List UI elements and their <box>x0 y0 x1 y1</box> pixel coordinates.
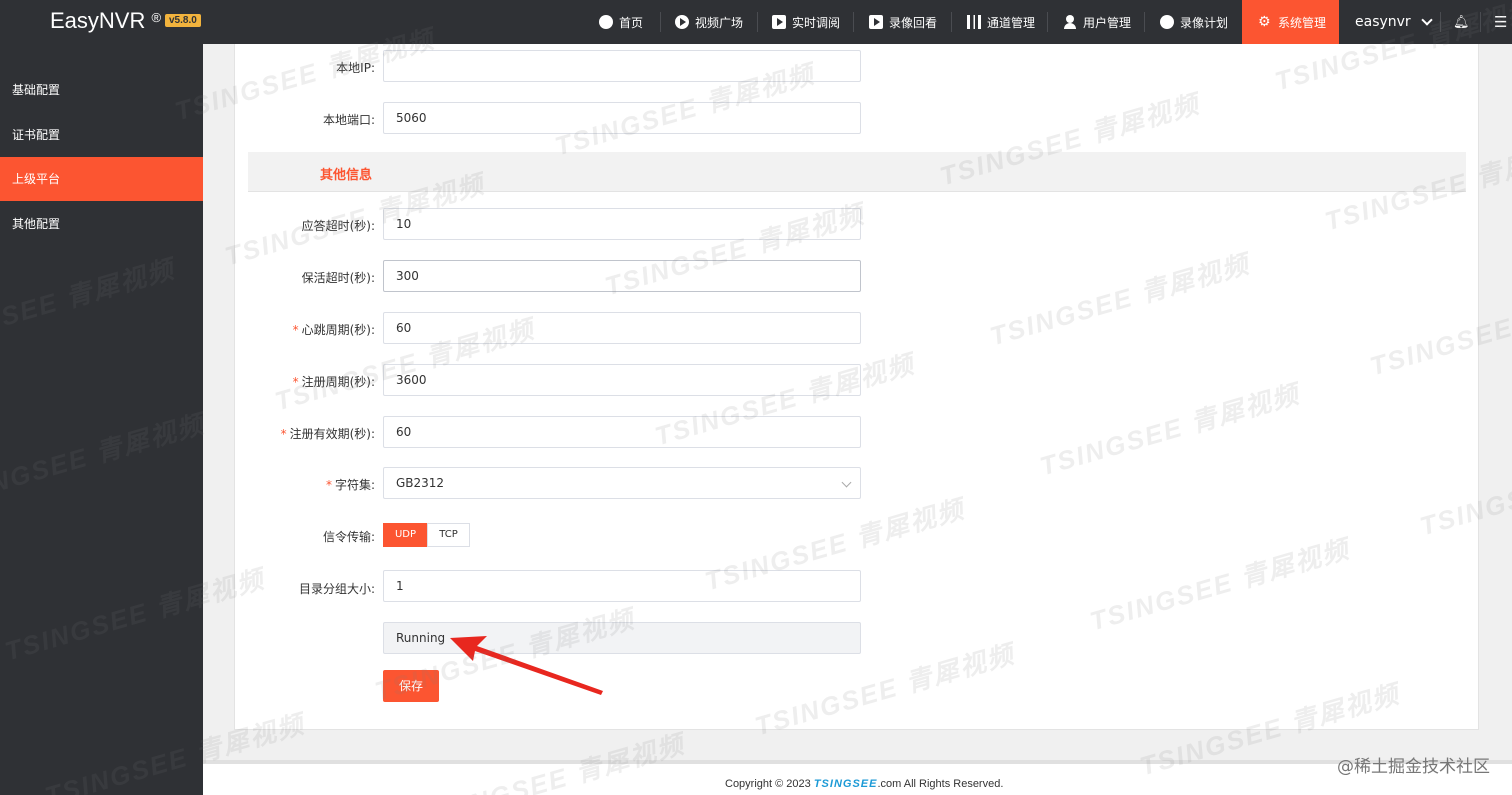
play-circle-icon <box>675 15 689 29</box>
sidebar-item-label: 其他配置 <box>12 217 61 231</box>
chevron-down-icon <box>1421 13 1433 26</box>
app-name: EasyNVR <box>50 8 146 33</box>
username: easynvr <box>1355 14 1411 30</box>
footer-brand: TSINGSEE <box>813 778 878 790</box>
nav-record-plan[interactable]: 录像计划 <box>1160 0 1228 44</box>
nav-live-view[interactable]: 实时调阅 <box>772 0 840 44</box>
heartbeat-label-text: 心跳周期(秒): <box>301 323 375 337</box>
gear-icon: ⚙ <box>1258 14 1271 30</box>
nav-record-plan-label: 录像计划 <box>1180 15 1229 30</box>
local-ip-label: 本地IP: <box>336 61 375 75</box>
required-mark: * <box>292 375 299 389</box>
version-badge: v5.8.0 <box>165 14 201 27</box>
nav-user-management-label: 用户管理 <box>1083 15 1132 30</box>
nav-home-label: 首页 <box>619 15 644 30</box>
save-button[interactable]: 保存 <box>383 670 439 702</box>
nav-user-management[interactable]: 用户管理 <box>1063 0 1131 44</box>
keepalive-timeout-input[interactable]: 300 <box>383 260 861 292</box>
charset-label-text: 字符集: <box>334 478 375 492</box>
local-port-input[interactable]: 5060 <box>383 102 861 134</box>
transport-tcp-button[interactable]: TCP <box>427 523 470 547</box>
register-period-label-text: 注册周期(秒): <box>301 375 375 389</box>
nav-video-square-label: 视频广场 <box>695 15 744 30</box>
user-icon <box>1063 15 1077 29</box>
register-valid-input[interactable]: 60 <box>383 416 861 448</box>
local-ip-input[interactable] <box>383 50 861 82</box>
register-valid-label-text: 注册有效期(秒): <box>289 427 375 441</box>
juejin-watermark: @稀土掘金技术社区 <box>1337 757 1490 777</box>
charset-value: GB2312 <box>396 476 445 490</box>
nav-live-view-label: 实时调阅 <box>792 15 841 30</box>
copyright-suffix: .com All Rights Reserved. <box>877 778 1004 790</box>
sidebar-item-other-config[interactable]: 其他配置 <box>0 202 203 246</box>
sidebar: 基础配置 证书配置 上级平台 其他配置 <box>0 44 203 795</box>
app-logo[interactable]: EasyNVR ® <box>50 8 161 34</box>
nav-playback-label: 录像回看 <box>889 15 938 30</box>
answer-timeout-label: 应答超时(秒): <box>301 219 375 233</box>
required-mark: * <box>325 478 332 492</box>
sidebar-item-label: 基础配置 <box>12 83 61 97</box>
footer: Copyright © 2023 TSINGSEE.com All Rights… <box>203 760 1512 795</box>
nav-system-management-label: 系统管理 <box>1278 15 1327 30</box>
settings-card: 本地IP: 本地端口: 5060 其他信息 应答超时(秒): 10 保活超时(秒… <box>234 44 1479 730</box>
annotation-arrow-icon <box>450 636 603 695</box>
nav-system-management[interactable]: ⚙ 系统管理 <box>1242 0 1339 44</box>
copyright-text: Copyright © 2023 TSINGSEE.com All Rights… <box>725 778 1003 790</box>
top-navbar: EasyNVR ® v5.8.0 首页 视频广场 实时调阅 录像回看 通道管理 … <box>0 0 1512 44</box>
catalog-group-input[interactable]: 1 <box>383 570 861 602</box>
transport-udp-button[interactable]: UDP <box>383 523 428 547</box>
sidebar-item-cert-config[interactable]: 证书配置 <box>0 113 203 157</box>
registered-mark: ® <box>151 10 162 25</box>
register-period-input[interactable]: 3600 <box>383 364 861 396</box>
columns-icon <box>967 15 981 29</box>
heartbeat-input[interactable]: 60 <box>383 312 861 344</box>
register-valid-label: * 注册有效期(秒): <box>235 425 375 442</box>
sidebar-item-upper-platform[interactable]: 上级平台 <box>0 157 203 201</box>
section-title: 其他信息 <box>320 168 373 183</box>
nav-playback[interactable]: 录像回看 <box>869 0 937 44</box>
nav-home[interactable]: 首页 <box>599 0 643 44</box>
main-content: 本地IP: 本地端口: 5060 其他信息 应答超时(秒): 10 保活超时(秒… <box>203 44 1512 795</box>
bell-icon[interactable]: 🔔︎ <box>1453 0 1470 44</box>
menu-icon[interactable]: ☰ <box>1494 0 1507 44</box>
required-mark: * <box>292 323 299 337</box>
chevron-down-icon <box>841 477 852 488</box>
sidebar-item-basic-config[interactable]: 基础配置 <box>0 68 203 112</box>
copyright-prefix: Copyright © 2023 <box>725 778 814 790</box>
nav-channel-management-label: 通道管理 <box>987 15 1036 30</box>
nav-video-square[interactable]: 视频广场 <box>675 0 743 44</box>
register-period-label: * 注册周期(秒): <box>235 373 375 390</box>
keepalive-timeout-label: 保活超时(秒): <box>301 271 375 285</box>
video-play-icon <box>772 15 786 29</box>
dashboard-icon <box>599 15 613 29</box>
sidebar-item-label: 上级平台 <box>12 172 61 186</box>
answer-timeout-input[interactable]: 10 <box>383 208 861 240</box>
section-other-info: 其他信息 <box>248 152 1466 192</box>
charset-label: * 字符集: <box>235 476 375 493</box>
sidebar-item-label: 证书配置 <box>12 128 61 142</box>
video-replay-icon <box>869 15 883 29</box>
user-menu[interactable]: easynvr <box>1355 0 1433 44</box>
required-mark: * <box>280 427 287 441</box>
charset-select[interactable]: GB2312 <box>383 467 861 499</box>
catalog-group-label: 目录分组大小: <box>298 582 375 596</box>
film-reel-icon <box>1160 15 1174 29</box>
heartbeat-label: * 心跳周期(秒): <box>235 321 375 338</box>
local-port-label: 本地端口: <box>322 113 375 127</box>
nav-channel-management[interactable]: 通道管理 <box>967 0 1035 44</box>
transport-label: 信令传输: <box>322 530 375 544</box>
